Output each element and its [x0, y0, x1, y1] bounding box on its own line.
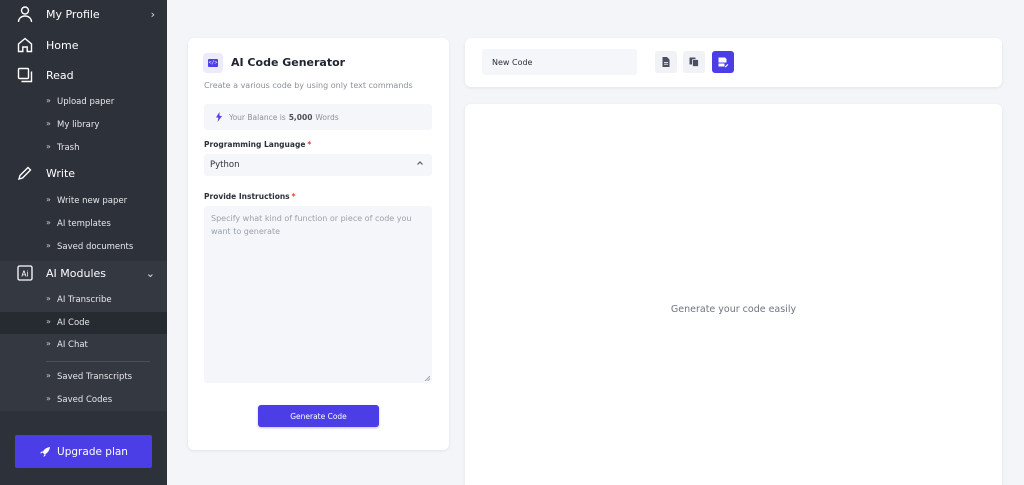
file-icon [662, 57, 670, 67]
bullet-icon: » [46, 294, 51, 303]
balance-banner: Your Balance is 5,000 Words [204, 104, 432, 130]
sidebar-item-label: AI templates [57, 219, 111, 229]
sidebar-item-label: Saved documents [57, 242, 134, 252]
bullet-icon: » [46, 317, 51, 326]
code-name-input[interactable] [482, 49, 637, 75]
bullet-icon: » [46, 119, 51, 128]
balance-suffix: Words [315, 112, 339, 122]
instructions-textarea[interactable]: Specify what kind of function or piece o… [204, 206, 432, 383]
sidebar-item-trash[interactable]: » Trash [0, 137, 167, 159]
sidebar-item-ai-transcribe[interactable]: » AI Transcribe [0, 289, 167, 311]
sidebar-item-saved-codes[interactable]: » Saved Codes [0, 389, 167, 411]
language-select[interactable]: Python [204, 154, 432, 176]
sidebar-item-ai-modules[interactable]: Ai AI Modules ⌄ [0, 259, 167, 287]
sidebar-item-read[interactable]: Read [0, 61, 167, 89]
bullet-icon: » [46, 394, 51, 403]
language-label-text: Programming Language [204, 140, 306, 149]
balance-value: 5,000 [288, 112, 313, 122]
sidebar-item-label: My Profile [46, 7, 100, 21]
sidebar-item-label: Saved Transcripts [57, 372, 133, 382]
bullet-icon: » [46, 142, 51, 151]
user-icon [17, 6, 33, 23]
svg-text:Ai: Ai [21, 270, 28, 279]
instructions-label: Provide Instructions * [204, 192, 296, 201]
bullet-icon: » [46, 96, 51, 105]
upgrade-plan-label: Upgrade plan [57, 445, 128, 458]
required-mark: * [307, 140, 312, 149]
instructions-label-text: Provide Instructions [204, 192, 290, 201]
sidebar-item-home[interactable]: Home [0, 31, 167, 59]
sidebar-item-saved-transcripts[interactable]: » Saved Transcripts [0, 366, 167, 388]
pencil-icon [17, 166, 32, 181]
sidebar-item-label: Trash [57, 143, 80, 153]
output-panel: Generate your code easily [465, 104, 1002, 485]
bullet-icon: » [46, 218, 51, 227]
ai-chip-icon: Ai [17, 265, 33, 281]
sidebar-item-ai-chat[interactable]: » AI Chat [0, 334, 167, 356]
divider [46, 361, 150, 362]
upgrade-plan-button[interactable]: Upgrade plan [15, 435, 152, 468]
instructions-placeholder: Specify what kind of function or piece o… [211, 214, 412, 236]
sidebar-item-ai-templates[interactable]: » AI templates [0, 213, 167, 235]
sidebar-item-my-profile[interactable]: My Profile › [0, 0, 167, 28]
copy-button[interactable] [683, 51, 705, 73]
output-placeholder: Generate your code easily [670, 304, 797, 315]
sidebar-item-label: Write new paper [57, 196, 128, 206]
bolt-icon [216, 112, 222, 122]
sidebar-item-write[interactable]: Write [0, 159, 167, 187]
copy-icon [689, 57, 699, 67]
sidebar-item-label: My library [57, 120, 100, 130]
language-select-value: Python [210, 160, 240, 170]
sidebar-item-label: Upload paper [57, 97, 115, 107]
sidebar-item-label: Write [46, 166, 76, 180]
sidebar-item-label: AI Code [57, 318, 90, 328]
rocket-icon [40, 446, 51, 457]
sidebar-item-label: AI Transcribe [57, 295, 112, 305]
bullet-icon: » [46, 195, 51, 204]
sidebar-item-write-new-paper[interactable]: » Write new paper [0, 190, 167, 212]
sidebar-item-label: Saved Codes [57, 395, 113, 405]
card-title: AI Code Generator [231, 56, 346, 69]
home-icon [17, 37, 33, 53]
sidebar: My Profile › Home Read » Upload paper » … [0, 0, 167, 485]
save-icon [718, 57, 729, 68]
sidebar-item-label: AI Modules [46, 266, 106, 280]
book-icon [17, 67, 33, 83]
resize-grip-icon[interactable] [424, 375, 430, 381]
sidebar-item-ai-code[interactable]: » AI Code [0, 312, 167, 334]
sidebar-item-label: Read [46, 68, 74, 82]
sidebar-item-label: Home [46, 38, 79, 52]
bullet-icon: » [46, 339, 51, 348]
sidebar-item-my-library[interactable]: » My library [0, 114, 167, 136]
chevron-up-icon [417, 161, 423, 165]
sidebar-item-label: AI Chat [57, 340, 88, 350]
export-file-button[interactable] [655, 51, 677, 73]
chevron-down-icon: ⌄ [145, 266, 155, 280]
bullet-icon: » [46, 241, 51, 250]
balance-prefix: Your Balance is [229, 112, 286, 122]
sidebar-item-saved-documents[interactable]: » Saved documents [0, 236, 167, 258]
sidebar-item-upload-paper[interactable]: » Upload paper [0, 91, 167, 113]
generate-code-button[interactable]: Generate Code [258, 405, 379, 427]
card-subtitle: Create a various code by using only text… [204, 81, 413, 90]
save-button[interactable] [712, 51, 734, 73]
code-icon: </> [203, 53, 223, 73]
required-mark: * [291, 192, 296, 201]
code-generator-card: </> AI Code Generator Create a various c… [188, 38, 449, 450]
output-toolbar [465, 38, 1002, 87]
chevron-right-icon: › [150, 7, 155, 21]
language-label: Programming Language * [204, 140, 311, 149]
bullet-icon: » [46, 371, 51, 380]
